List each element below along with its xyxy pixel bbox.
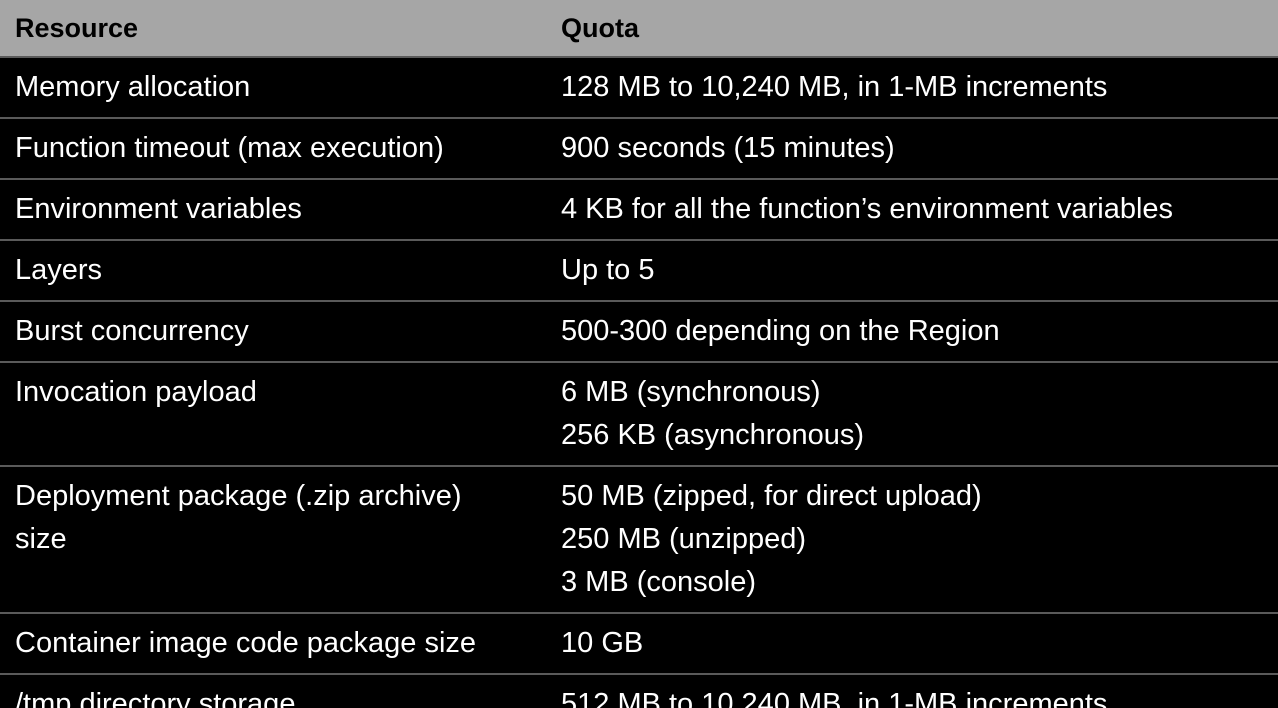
cell-line: Layers <box>15 254 103 286</box>
table-row: Invocation payload 6 MB (synchronous) 25… <box>0 362 1278 467</box>
table-row: Function timeout (max execution) 900 sec… <box>0 118 1278 180</box>
cell-line: 4 KB for all the function’s environment … <box>561 193 1174 225</box>
cell-line: 512 MB to 10,240 MB, in 1-MB increments <box>561 688 1108 708</box>
table-row: /tmp directory storage 512 MB to 10,240 … <box>0 674 1278 708</box>
cell-line: Up to 5 <box>561 254 655 286</box>
resource-cell: Deployment package (.zip archive) size <box>0 466 546 614</box>
cell-line: 500-300 depending on the Region <box>561 315 1000 347</box>
cell-line: Burst concurrency <box>15 315 249 347</box>
cell-line: Environment variables <box>15 193 302 225</box>
table-row: Container image code package size 10 GB <box>0 613 1278 675</box>
header-resource: Resource <box>0 0 546 58</box>
cell-line: /tmp directory storage <box>15 688 296 708</box>
cell-line: 3 MB (console) <box>561 566 757 598</box>
resource-cell: Invocation payload <box>0 362 546 467</box>
resource-cell: Memory allocation <box>0 57 546 119</box>
resource-cell: Layers <box>0 240 546 302</box>
quota-table: Resource Quota Memory allocation 128 MB … <box>0 0 1278 708</box>
resource-cell: Function timeout (max execution) <box>0 118 546 180</box>
table-body: Memory allocation 128 MB to 10,240 MB, i… <box>0 57 1278 708</box>
quota-cell: 500-300 depending on the Region <box>546 301 1278 363</box>
resource-cell: /tmp directory storage <box>0 674 546 708</box>
table-row: Environment variables 4 KB for all the f… <box>0 179 1278 241</box>
cell-line: Function timeout (max execution) <box>15 132 444 164</box>
cell-line: 250 MB (unzipped) <box>561 523 807 555</box>
quota-cell: 512 MB to 10,240 MB, in 1-MB increments <box>546 674 1278 708</box>
header-row: Resource Quota <box>0 0 1278 58</box>
quota-cell: 128 MB to 10,240 MB, in 1-MB increments <box>546 57 1278 119</box>
cell-line: 6 MB (synchronous) <box>561 376 821 408</box>
cell-line: Memory allocation <box>15 71 251 103</box>
resource-cell: Burst concurrency <box>0 301 546 363</box>
table-row: Deployment package (.zip archive) size 5… <box>0 466 1278 614</box>
cell-line: 900 seconds (15 minutes) <box>561 132 895 164</box>
quota-cell: 4 KB for all the function’s environment … <box>546 179 1278 241</box>
table-row: Burst concurrency 500-300 depending on t… <box>0 301 1278 363</box>
table-row: Memory allocation 128 MB to 10,240 MB, i… <box>0 57 1278 119</box>
quota-cell: 10 GB <box>546 613 1278 675</box>
cell-line: 50 MB (zipped, for direct upload) <box>561 480 982 512</box>
table-header: Resource Quota <box>0 0 1278 58</box>
cell-line: 256 KB (asynchronous) <box>561 419 865 451</box>
quota-cell: 6 MB (synchronous) 256 KB (asynchronous) <box>546 362 1278 467</box>
table-row: Layers Up to 5 <box>0 240 1278 302</box>
cell-line: Invocation payload <box>15 376 257 408</box>
cell-line: 128 MB to 10,240 MB, in 1-MB increments <box>561 71 1108 103</box>
header-quota: Quota <box>546 0 1278 58</box>
resource-cell: Environment variables <box>0 179 546 241</box>
quota-cell: 50 MB (zipped, for direct upload) 250 MB… <box>546 466 1278 614</box>
cell-line: size <box>15 523 67 555</box>
resource-cell: Container image code package size <box>0 613 546 675</box>
quota-cell: Up to 5 <box>546 240 1278 302</box>
cell-line: Container image code package size <box>15 627 477 659</box>
cell-line: 10 GB <box>561 627 644 659</box>
cell-line: Deployment package (.zip archive) <box>15 480 462 512</box>
quota-cell: 900 seconds (15 minutes) <box>546 118 1278 180</box>
